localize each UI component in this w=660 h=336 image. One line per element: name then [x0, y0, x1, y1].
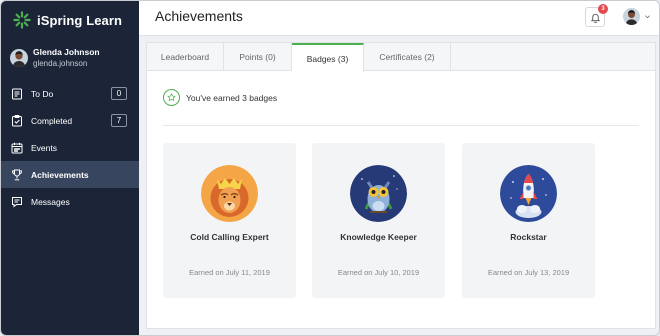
avatar [623, 8, 640, 25]
sidebar-item-label: To Do [31, 88, 54, 99]
notification-count-badge: 3 [598, 4, 608, 14]
top-header: Achievements 3 [139, 1, 659, 36]
sidebar-item-label: Achievements [31, 169, 89, 180]
badge-earned-date: Earned on July 11, 2019 [189, 268, 270, 277]
sidebar-item-label: Events [31, 142, 57, 153]
todo-count-badge: 0 [111, 87, 127, 100]
page-title: Achievements [155, 8, 243, 24]
tab-bar: Leaderboard Points (0) Badges (3) Certif… [147, 43, 655, 72]
star-icon [163, 89, 180, 106]
avatar [10, 49, 28, 67]
ispring-logo-icon [13, 11, 31, 29]
badge-card[interactable]: Rockstar Earned on July 13, 2019 [462, 143, 595, 298]
completed-count-badge: 7 [111, 114, 127, 127]
tab-points[interactable]: Points (0) [224, 43, 292, 71]
owl-badge-icon [350, 165, 407, 222]
badge-earned-date: Earned on July 13, 2019 [487, 268, 570, 277]
badge-card[interactable]: Knowledge Keeper Earned on July 10, 2019 [312, 143, 445, 298]
tab-leaderboard[interactable]: Leaderboard [147, 43, 224, 71]
user-name: Glenda Johnson [33, 47, 100, 57]
lion-badge-icon [201, 165, 258, 222]
rocket-badge-icon [500, 165, 557, 222]
achievements-panel: Leaderboard Points (0) Badges (3) Certif… [146, 42, 656, 329]
sidebar: iSpring Learn Glenda Johnson glenda.john… [1, 1, 139, 335]
profile-menu-button[interactable] [623, 8, 651, 25]
badge-earned-date: Earned on July 10, 2019 [337, 268, 420, 277]
calendar-icon [11, 142, 23, 154]
trophy-icon [11, 169, 23, 181]
tab-certificates[interactable]: Certificates (2) [364, 43, 451, 71]
badge-title: Cold Calling Expert [190, 232, 269, 242]
tab-bar-filler [451, 43, 655, 70]
sidebar-item-completed[interactable]: Completed 7 [1, 107, 139, 134]
sidebar-item-achievements[interactable]: Achievements [1, 161, 139, 188]
sidebar-item-todo[interactable]: To Do 0 [1, 80, 139, 107]
badges-summary: You've earned 3 badges [163, 89, 277, 106]
badge-title: Knowledge Keeper [340, 232, 417, 242]
chevron-down-icon [644, 13, 651, 20]
sidebar-nav: To Do 0 Completed 7 Events Achievements … [1, 80, 139, 215]
brand-name: iSpring Learn [37, 12, 123, 28]
sidebar-item-events[interactable]: Events [1, 134, 139, 161]
messages-icon [11, 196, 23, 208]
user-login: glenda.johnson [33, 59, 88, 68]
sidebar-item-label: Completed [31, 115, 73, 126]
bell-icon [590, 13, 601, 23]
sidebar-item-label: Messages [31, 196, 70, 207]
app-window: iSpring Learn Glenda Johnson glenda.john… [0, 0, 660, 336]
todo-icon [11, 88, 23, 100]
badges-summary-text: You've earned 3 badges [186, 92, 278, 103]
tab-badges[interactable]: Badges (3) [292, 43, 364, 72]
badge-card[interactable]: Cold Calling Expert Earned on July 11, 2… [163, 143, 296, 298]
divider [163, 125, 639, 126]
badge-title: Rockstar [510, 232, 547, 242]
sidebar-item-messages[interactable]: Messages [1, 188, 139, 215]
completed-icon [11, 114, 23, 127]
notifications-button[interactable]: 3 [585, 4, 608, 27]
brand[interactable]: iSpring Learn [13, 10, 122, 30]
user-profile[interactable]: Glenda Johnson glenda.johnson [10, 47, 100, 69]
